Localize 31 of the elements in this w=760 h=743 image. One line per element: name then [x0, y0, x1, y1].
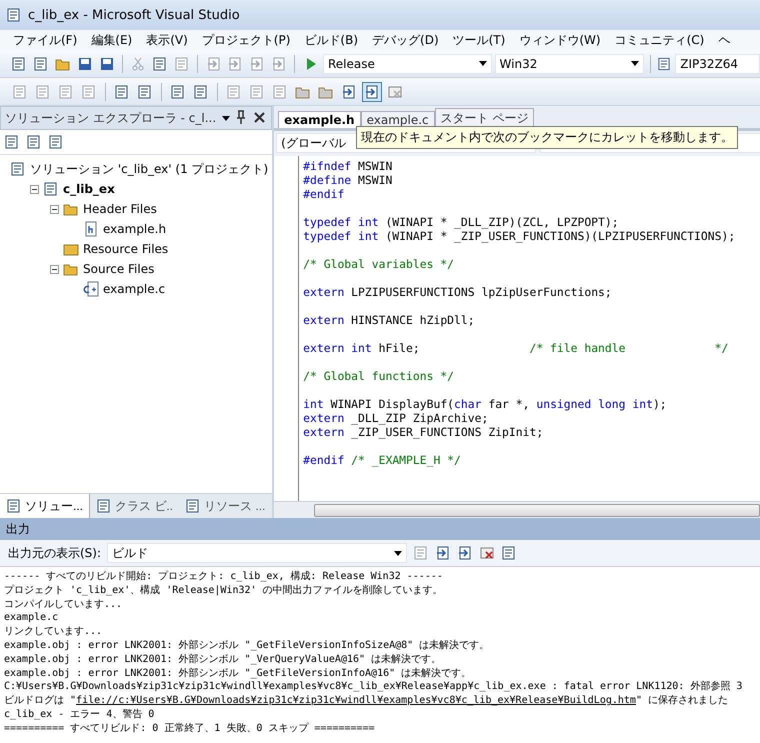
panel-title: ソリューション エクスプローラ - c_l... — [5, 110, 216, 126]
code-line: extern _ZIP_USER_FUNCTIONS ZipInit; — [303, 425, 544, 439]
output-line: C:¥Users¥B.G¥Downloads¥zip31c¥zip31c¥windll¥examples¥vc8¥c_lib_ex¥Release¥app¥c_lib_ex.exe : fatal error LNK1120: 外部参照 3 — [4, 680, 744, 694]
code-line: typedef int (WINAPI * _DLL_ZIP)(ZCL, LPZPOPT); — [303, 215, 620, 229]
code-line: #define MSWIN — [303, 173, 394, 187]
code-line: #ifndef MSWIN — [303, 159, 394, 173]
output-line: example.obj : error LNK2001: 外部シンボル "_GetFileVersionInfoSizeA@8" は未解決です。 — [4, 638, 490, 653]
output-line: リンクしています... — [4, 625, 104, 639]
output-line: プロジェクト 'c_lib_ex'、構成 'Release|Win32' の中間出力ファイルを削除しています。 — [4, 584, 444, 598]
output-line: c_lib_ex - エラー 4、警告 0 — [4, 708, 156, 722]
code-line: #endif /* _EXAMPLE_H */ — [303, 453, 462, 467]
tooltip: 現在のドキュメント内で次のブックマークにカレットを移動します。 — [356, 126, 738, 149]
code-line: int WINAPI DisplayBuf(char far *, unsigned long int); — [303, 397, 668, 411]
output-line: ビルドログは "file://c:¥Users¥B.G¥Downloads¥zip31c¥zip31c¥windll¥examples¥vc8¥c_lib_ex¥Release¥BuildLog.htm" に保存されました — [4, 694, 730, 708]
output-line: コンパイルしています... — [4, 598, 124, 612]
output-line: example.c — [4, 611, 60, 626]
code-line: #endif — [303, 187, 346, 201]
panel-title: 出力 — [6, 520, 30, 538]
output-line: ========== すべてリビルド: 0 正常終了、1 失敗、0 スキップ ========== — [4, 722, 376, 736]
output-line: example.obj : error LNK2001: 外部シンボル "_VerQueryValueA@16" は未解決です。 — [4, 652, 442, 667]
code-line: extern _DLL_ZIP ZipArchive; — [303, 411, 490, 425]
output-line: ------ すべてのリビルド開始: プロジェクト: c_lib_ex, 構成: Release Win32 ------ — [4, 570, 444, 584]
output-line: example.obj : error LNK2001: 外部シンボル "_GetFileVersionInfoA@16" は未解決です。 — [4, 666, 472, 680]
code-line: extern HINSTANCE hZipDll; — [303, 313, 476, 327]
window-title: c_lib_ex - Microsoft Visual Studio — [28, 8, 240, 22]
source-label: 出力元の表示(S): — [8, 544, 102, 562]
code-line: extern int hFile; /* file handle */ — [303, 341, 730, 355]
code-line: /* Global functions */ — [303, 369, 456, 383]
code-line: typedef int (WINAPI * _ZIP_USER_FUNCTIONS)(LPZIPUSERFUNCTIONS); — [303, 229, 736, 243]
code-line: /* Global variables */ — [303, 257, 456, 271]
code-line: extern LPZIPUSERFUNCTIONS lpZipUserFunctions; — [303, 285, 613, 299]
